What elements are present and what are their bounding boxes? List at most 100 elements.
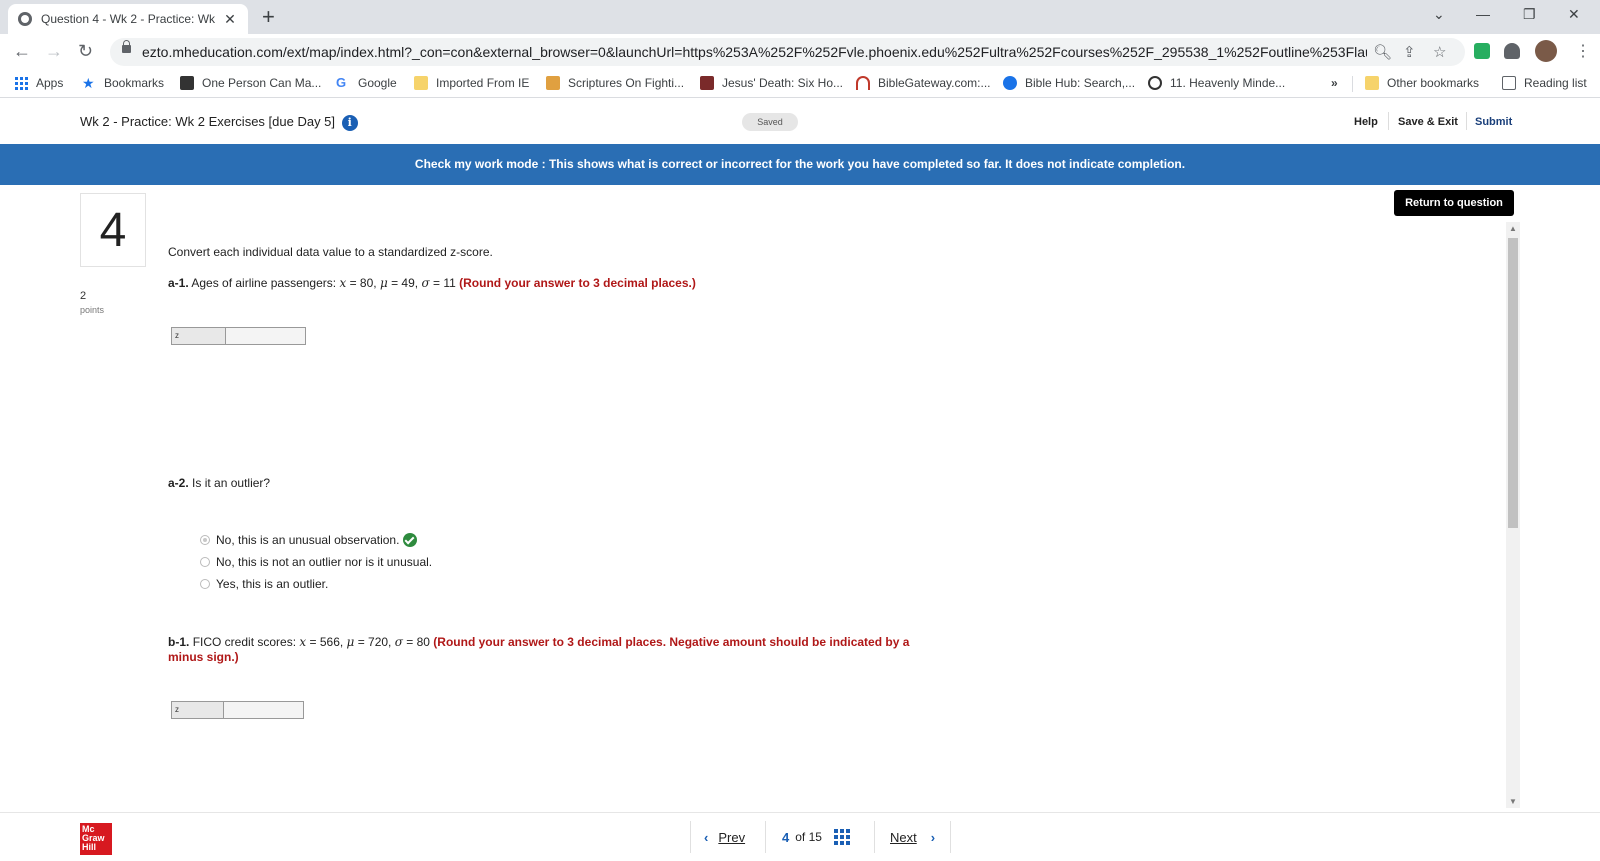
restore-button[interactable]: ❐ (1523, 6, 1536, 23)
apps-icon (15, 76, 28, 90)
mcgraw-hill-logo: Mc Graw Hill (80, 823, 112, 855)
points-value: 2 (80, 290, 87, 302)
prev-button[interactable]: ‹ Prev (704, 813, 745, 861)
bookmark-jesus-death[interactable]: Jesus' Death: Six Ho... (700, 76, 843, 90)
page-indicator[interactable]: 4 of 15 (782, 813, 850, 861)
back-button[interactable]: ← (13, 41, 31, 61)
address-bar[interactable]: ezto.mheducation.com/ext/map/index.html?… (110, 38, 1465, 66)
folder-icon (414, 76, 428, 90)
star-icon: ★ (82, 75, 95, 91)
zoom-icon[interactable]: 🔍︎ (1373, 43, 1392, 61)
bookmark-scriptures[interactable]: Scriptures On Fighti... (546, 76, 684, 90)
part-a1-text: a-1. Ages of airline passengers: x = 80,… (168, 276, 696, 290)
folder-icon (1365, 76, 1379, 90)
footer-divider (950, 821, 951, 853)
content-scrollbar[interactable]: ▲ ▼ (1506, 222, 1520, 808)
footer-divider (874, 821, 875, 853)
submit-link[interactable]: Submit (1475, 116, 1512, 128)
bookmark-heavenly[interactable]: 11. Heavenly Minde... (1148, 76, 1285, 90)
bookmark-one-person[interactable]: One Person Can Ma... (180, 76, 321, 90)
lock-icon (122, 40, 131, 53)
question-number: 4 (80, 193, 146, 267)
reading-list-button[interactable]: Reading list (1502, 76, 1587, 90)
saved-badge: Saved (742, 113, 798, 131)
browser-tab-active[interactable]: Question 4 - Wk 2 - Practice: Wk ✕ (8, 4, 248, 34)
share-icon[interactable]: ⇪ (1403, 43, 1416, 61)
bookmark-apps[interactable]: Apps (15, 76, 63, 90)
rounding-instruction: (Round your answer to 3 decimal places.) (459, 276, 696, 290)
part-b1-text: b-1. FICO credit scores: x = 566, μ = 72… (168, 635, 910, 664)
tab-search-icon[interactable]: ⌄ (1433, 6, 1445, 23)
bookmark-google[interactable]: G Google (336, 75, 397, 91)
scrollbar-thumb[interactable] (1508, 238, 1518, 528)
assignment-title: Wk 2 - Practice: Wk 2 Exercises [due Day… (80, 114, 358, 131)
profile-avatar[interactable] (1535, 40, 1557, 62)
z-score-input-a1[interactable] (226, 328, 305, 344)
radio-button[interactable] (200, 557, 210, 567)
biblehub-icon (1003, 76, 1017, 90)
url-text[interactable]: ezto.mheducation.com/ext/map/index.html?… (142, 44, 1367, 60)
rounding-instruction: (Round your answer to 3 decimal places. … (433, 635, 910, 649)
outlier-option-2[interactable]: No, this is not an outlier nor is it unu… (200, 555, 432, 569)
window-close-button[interactable]: ✕ (1568, 6, 1580, 23)
new-tab-button[interactable]: + (262, 6, 275, 28)
biblegateway-icon (856, 76, 870, 90)
tab-close-icon[interactable]: ✕ (222, 11, 238, 28)
browser-toolbar: ← → ↻ ezto.mheducation.com/ext/map/index… (0, 34, 1600, 70)
page-icon (700, 76, 714, 90)
outlier-option-1[interactable]: No, this is an unusual observation. (200, 533, 418, 547)
footer-divider (690, 821, 691, 853)
outlier-option-3[interactable]: Yes, this is an outlier. (200, 577, 328, 591)
bookmark-bookmarks[interactable]: ★ Bookmarks (82, 76, 164, 90)
help-link[interactable]: Help (1354, 116, 1378, 128)
header-divider (1466, 112, 1467, 130)
footer-nav: Mc Graw Hill ‹ Prev 4 of 15 Next › (0, 812, 1600, 860)
bookmarks-overflow-button[interactable]: » (1331, 76, 1338, 90)
puzzle-icon[interactable] (1504, 43, 1520, 59)
bookmark-other[interactable]: Other bookmarks (1365, 76, 1479, 90)
answer-row-a1: z (171, 327, 306, 345)
reading-list-icon (1502, 76, 1516, 90)
info-icon[interactable]: i (341, 114, 358, 131)
menu-kebab-icon[interactable]: ⋮ (1575, 41, 1591, 61)
assignment-header: Wk 2 - Practice: Wk 2 Exercises [due Day… (0, 100, 1600, 144)
chevron-right-icon: › (930, 829, 936, 845)
z-score-input-b1[interactable] (224, 702, 303, 718)
scroll-up-icon[interactable]: ▲ (1509, 224, 1517, 233)
check-work-banner: Check my work mode : This shows what is … (0, 144, 1600, 185)
bookmark-star-icon[interactable]: ☆ (1433, 43, 1446, 61)
bookmark-biblehub[interactable]: Bible Hub: Search,... (1003, 76, 1135, 90)
bookmarks-bar: Apps ★ Bookmarks One Person Can Ma... G … (0, 70, 1600, 98)
answer-label: z (172, 702, 224, 718)
correct-check-icon (403, 533, 418, 547)
minimize-button[interactable]: — (1476, 6, 1490, 22)
next-button[interactable]: Next › (890, 813, 935, 861)
bookmark-biblegateway[interactable]: BibleGateway.com:... (856, 76, 991, 90)
forward-button[interactable]: → (45, 41, 63, 61)
question-prompt: Convert each individual data value to a … (168, 245, 493, 259)
tab-title: Question 4 - Wk 2 - Practice: Wk (41, 12, 216, 26)
rounding-instruction-cont: minus sign.) (168, 650, 239, 664)
bookmarks-divider (1352, 76, 1353, 92)
radio-button-selected[interactable] (200, 535, 210, 545)
google-icon: G (336, 75, 347, 90)
globe-icon (18, 12, 32, 26)
scroll-down-icon[interactable]: ▼ (1509, 797, 1517, 806)
folder-icon (546, 76, 560, 90)
radio-button[interactable] (200, 579, 210, 589)
chevron-left-icon: ‹ (704, 829, 709, 845)
return-to-question-button[interactable]: Return to question (1394, 190, 1514, 216)
answer-label: z (172, 328, 226, 344)
clock-icon (1148, 76, 1162, 90)
part-a2-text: a-2. Is it an outlier? (168, 476, 271, 490)
reload-button[interactable]: ↻ (78, 41, 93, 61)
extension-icon[interactable] (1474, 43, 1490, 59)
question-grid-icon[interactable] (833, 829, 850, 845)
points-label: points (80, 305, 105, 315)
save-exit-link[interactable]: Save & Exit (1398, 116, 1458, 128)
answer-row-b1: z (171, 701, 304, 719)
browser-tabstrip: Question 4 - Wk 2 - Practice: Wk ✕ + ⌄ —… (0, 0, 1600, 34)
lead-icon (180, 76, 194, 90)
bookmark-imported-ie[interactable]: Imported From IE (414, 76, 529, 90)
header-divider (1388, 112, 1389, 130)
